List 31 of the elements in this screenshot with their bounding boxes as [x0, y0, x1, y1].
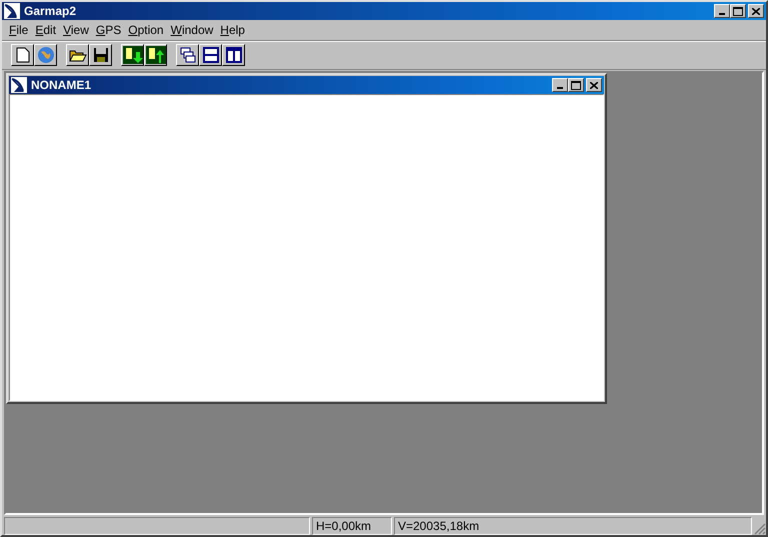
close-button[interactable] [586, 78, 602, 92]
minimize-button[interactable] [714, 4, 730, 18]
menu-item[interactable]: GPS [92, 23, 126, 37]
resize-grip-icon[interactable] [754, 523, 766, 535]
maximize-button[interactable] [730, 4, 746, 18]
menu-item[interactable]: File [6, 23, 32, 37]
maximize-icon [571, 80, 581, 90]
menu-item[interactable]: Option [125, 23, 168, 37]
document-title: NONAME1 [31, 78, 92, 92]
maximize-button[interactable] [568, 78, 584, 92]
open-folder-button[interactable] [66, 44, 89, 66]
status-text: H=0,00km [312, 517, 392, 535]
close-icon [752, 8, 760, 14]
maximize-icon [733, 6, 743, 16]
menu-item[interactable]: Edit [32, 23, 60, 37]
close-icon [590, 82, 598, 88]
new-document-button[interactable] [11, 44, 34, 66]
window-title: Garmap2 [24, 4, 78, 18]
minimize-button[interactable] [552, 78, 568, 92]
upload-to-gps-button[interactable] [144, 44, 167, 66]
globe-button[interactable] [34, 44, 57, 66]
close-button[interactable] [748, 4, 764, 18]
save-button[interactable] [89, 44, 112, 66]
download-from-gps-button[interactable] [121, 44, 144, 66]
menu-item[interactable]: View [60, 23, 93, 37]
status-text: V=20035,18km [394, 517, 752, 535]
menu-item[interactable]: Window [168, 23, 218, 37]
tile-horizontal-button[interactable] [199, 44, 222, 66]
menu-item[interactable]: Help [217, 23, 249, 37]
cascade-windows-button[interactable] [176, 44, 199, 66]
tile-vertical-button[interactable] [222, 44, 245, 66]
